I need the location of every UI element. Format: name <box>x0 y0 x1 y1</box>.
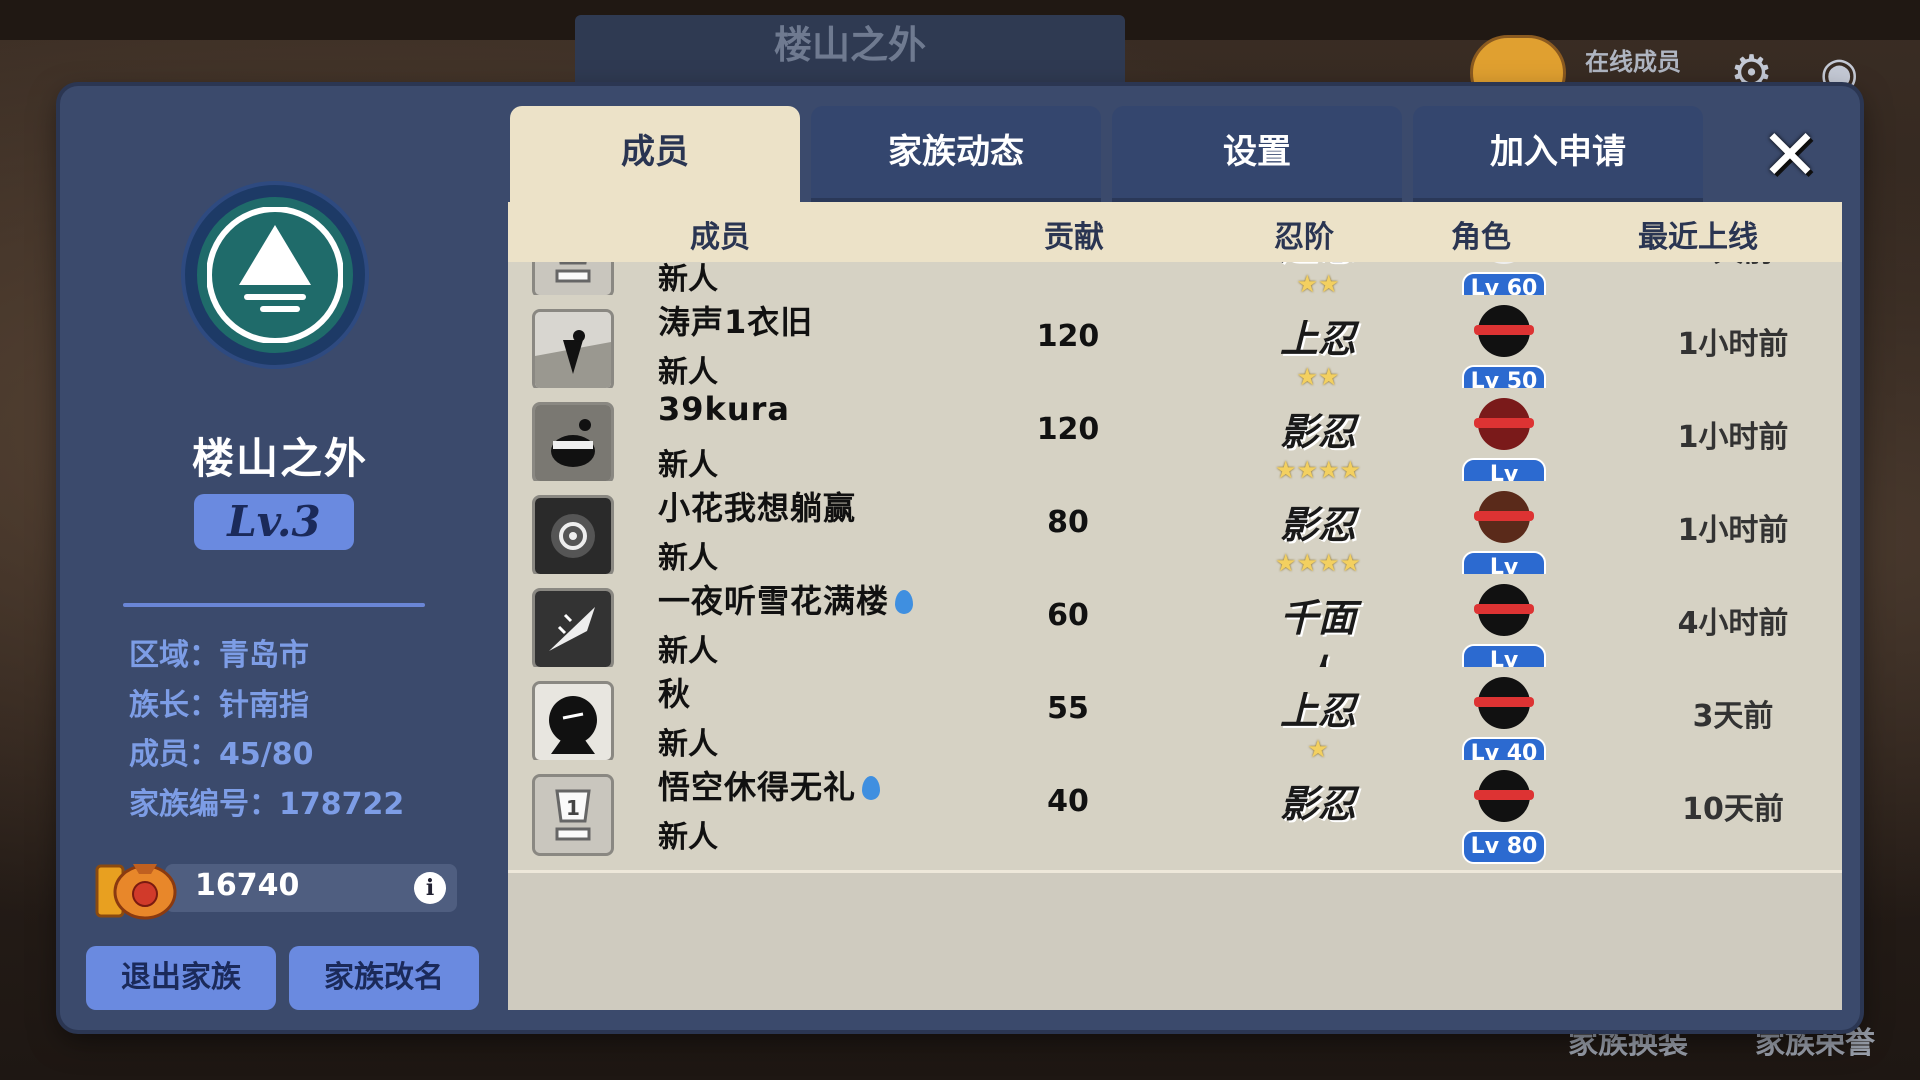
ninja-rank-icon: 影忍 ★★★★ <box>1263 404 1373 484</box>
member-role: 新人 <box>658 820 718 855</box>
character-icon: Lv 100 <box>1458 487 1548 610</box>
rename-family-button[interactable]: 家族改名 <box>289 946 479 1010</box>
ninja-rank-icon: 上忍 ★★ <box>1263 311 1373 391</box>
tab-join-requests[interactable]: 加入申请 <box>1413 106 1703 202</box>
rank-label: 影忍 <box>1279 502 1356 547</box>
character-headband <box>1474 790 1534 800</box>
member-role: 新人 <box>658 355 718 390</box>
background-family-title: 楼山之外 <box>575 15 1125 95</box>
character-icon: Lv 40 <box>1458 673 1548 773</box>
header-last-online: 最近上线 <box>1638 220 1758 255</box>
member-last-online: 3天前 <box>1692 699 1774 734</box>
character-headband <box>1474 604 1534 614</box>
rank-stars: ★★★★ <box>1274 549 1362 577</box>
member-name: 涛声1衣旧 <box>658 297 813 343</box>
ninja-rank-icon: 影忍 ★★★★ <box>1263 497 1373 577</box>
rank-label: 影忍 <box>1279 409 1356 454</box>
rank-stars: ★★ <box>1296 270 1340 298</box>
svg-text:1: 1 <box>566 796 580 820</box>
ninja-rank-icon: 千面人 <box>1263 590 1373 696</box>
background-online-label: 在线成员 <box>1585 48 1681 76</box>
member-name: 悟空休得无礼 <box>658 762 881 808</box>
ninja-rank-icon: 上忍 ★ <box>1263 683 1373 763</box>
character-headband <box>1474 511 1534 521</box>
member-role: 新人 <box>658 634 718 669</box>
member-name: 39kura <box>658 390 790 428</box>
water-drop-icon <box>895 590 914 614</box>
ninja-rank-icon: 影忍 <box>1263 776 1373 856</box>
member-name: 小花我想躺赢 <box>658 483 856 529</box>
family-id: 家族编号：178722 <box>129 787 405 822</box>
member-name: 秋 <box>658 669 691 715</box>
rank-stars: ★★ <box>1296 363 1340 391</box>
close-icon[interactable]: ✕ <box>1755 120 1825 190</box>
family-emblem-icon <box>185 185 365 365</box>
member-name-text: 39kura <box>658 390 790 428</box>
member-avatar[interactable] <box>532 495 614 577</box>
rank-stars: ★★★★ <box>1274 456 1362 484</box>
character-icon: Lv 50 <box>1458 301 1548 401</box>
info-icon[interactable]: i <box>414 872 446 904</box>
member-name-text: 悟空休得无礼 <box>658 768 857 806</box>
divider <box>123 603 425 607</box>
header-rank: 忍阶 <box>1274 220 1334 255</box>
family-name: 楼山之外 <box>191 434 368 483</box>
table-row[interactable]: 1 悟空休得无礼 新人 40 影忍 Lv 80 10天前 <box>508 760 1842 873</box>
header-contribution: 贡献 <box>1044 220 1104 255</box>
rank-label: 上忍 <box>1279 688 1356 733</box>
coin-bag-icon <box>95 848 179 920</box>
member-contribution: 120 <box>1036 319 1100 354</box>
character-level-badge: Lv 80 <box>1462 830 1546 864</box>
member-name: 一夜听雪花满楼 <box>658 576 914 622</box>
member-contribution: 40 <box>1047 784 1089 819</box>
member-avatar[interactable] <box>532 588 614 670</box>
rank-label: 影忍 <box>1279 781 1356 826</box>
character-headband <box>1474 325 1534 335</box>
member-last-online: 4小时前 <box>1677 606 1789 641</box>
member-last-online: 1小时前 <box>1677 327 1789 362</box>
member-name-text: 秋 <box>658 675 692 713</box>
family-level-badge: Lv.3 <box>194 494 354 550</box>
character-headband <box>1474 697 1534 707</box>
member-role: 新人 <box>658 727 718 762</box>
member-last-online: 1小时前 <box>1677 420 1789 455</box>
quit-family-button[interactable]: 退出家族 <box>86 946 276 1010</box>
rank-label: 上忍 <box>1279 316 1356 361</box>
character-headband <box>1474 418 1534 428</box>
character-icon: Lv 80 <box>1458 766 1548 866</box>
member-last-online: 1小时前 <box>1677 513 1789 548</box>
tab-members[interactable]: 成员 <box>510 106 800 202</box>
tab-settings[interactable]: 设置 <box>1112 106 1402 202</box>
member-contribution: 55 <box>1047 691 1089 726</box>
member-avatar[interactable] <box>532 681 614 763</box>
member-avatar[interactable] <box>532 402 614 484</box>
header-member: 成员 <box>690 220 750 255</box>
family-region: 区域：青岛市 <box>129 638 309 673</box>
member-name-text: 一夜听雪花满楼 <box>658 582 890 620</box>
member-name-text: 涛声1衣旧 <box>658 303 814 341</box>
member-avatar[interactable]: 1 <box>532 774 614 856</box>
member-role: 新人 <box>658 541 718 576</box>
member-last-online: 10天前 <box>1682 792 1784 827</box>
tab-family-news[interactable]: 家族动态 <box>811 106 1101 202</box>
member-role: 新人 <box>658 448 718 483</box>
family-leader: 族长：针南指 <box>129 688 309 723</box>
member-contribution: 120 <box>1036 412 1100 447</box>
character-icon: Lv 100 <box>1458 394 1548 517</box>
table-header: 成员 贡献 忍阶 角色 最近上线 <box>508 202 1842 262</box>
family-coins-value: 16740 <box>195 868 300 903</box>
header-character: 角色 <box>1451 220 1511 255</box>
member-avatar[interactable] <box>532 309 614 391</box>
member-contribution: 60 <box>1047 598 1089 633</box>
member-name-text: 小花我想躺赢 <box>658 489 857 527</box>
rank-stars: ★ <box>1307 735 1329 763</box>
member-table: 成员 贡献 忍阶 角色 最近上线 1新人140超忍★★Lv 603天前涛声1衣旧… <box>508 202 1842 1010</box>
water-drop-icon <box>862 776 881 800</box>
character-icon: Lv 105 <box>1458 580 1548 703</box>
member-contribution: 80 <box>1047 505 1089 540</box>
family-member-count: 成员：45/80 <box>129 737 314 772</box>
